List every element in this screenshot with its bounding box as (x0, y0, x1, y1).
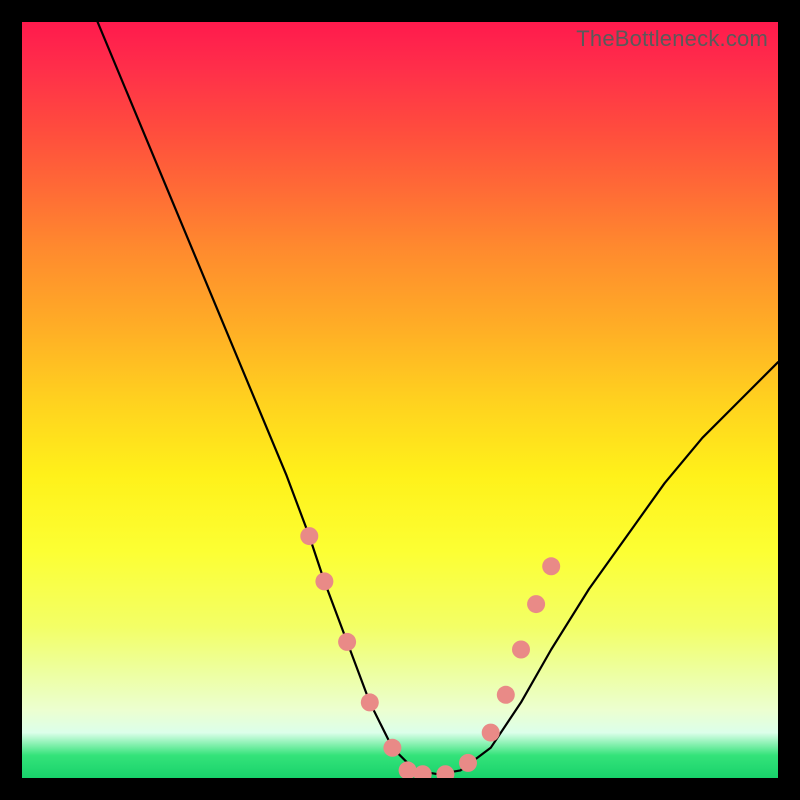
marker-point (361, 693, 379, 711)
plot-area: TheBottleneck.com (22, 22, 778, 778)
chart-frame: TheBottleneck.com (0, 0, 800, 800)
marker-point (338, 633, 356, 651)
marker-point (497, 686, 515, 704)
marker-point (527, 595, 545, 613)
marker-point (512, 641, 530, 659)
marker-point (414, 765, 432, 778)
marker-point (383, 739, 401, 757)
curve-layer (22, 22, 778, 778)
bottleneck-curve (98, 22, 778, 774)
marker-group (300, 527, 560, 778)
marker-point (436, 765, 454, 778)
marker-point (300, 527, 318, 545)
marker-point (482, 724, 500, 742)
marker-point (315, 572, 333, 590)
marker-point (459, 754, 477, 772)
marker-point (542, 557, 560, 575)
